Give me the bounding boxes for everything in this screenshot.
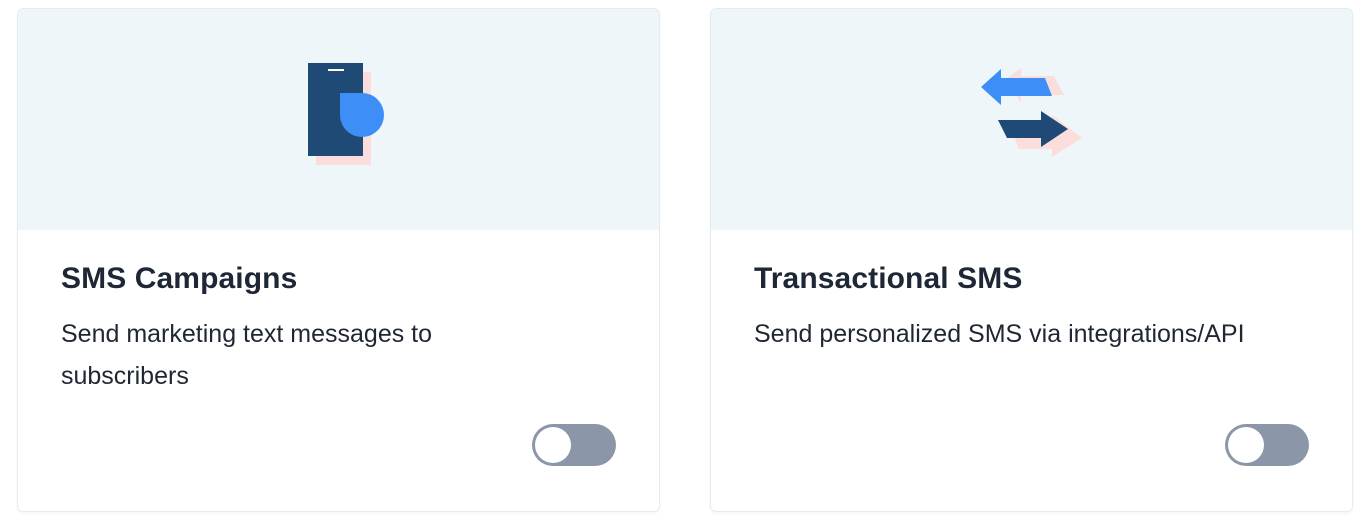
sms-campaigns-hero [18, 9, 659, 230]
swap-arrows-icon [981, 68, 1082, 157]
transactional-sms-hero [711, 9, 1352, 230]
sms-campaigns-toggle[interactable] [532, 424, 616, 466]
sms-campaigns-card[interactable]: SMS Campaigns Send marketing text messag… [18, 9, 659, 511]
toggle-knob [535, 427, 571, 463]
phone-chat-icon [308, 63, 384, 165]
transactional-sms-body: Transactional SMS Send personalized SMS … [711, 230, 1352, 355]
card-description: Send personalized SMS via integrations/A… [754, 320, 1245, 348]
card-title: Transactional SMS [754, 262, 1023, 295]
card-description: Send marketing text messages to subscrib… [61, 320, 433, 390]
sms-campaigns-body: SMS Campaigns Send marketing text messag… [18, 230, 659, 397]
transactional-sms-card[interactable]: Transactional SMS Send personalized SMS … [711, 9, 1352, 511]
toggle-knob [1228, 427, 1264, 463]
sms-channels-page: SMS Campaigns Send marketing text messag… [0, 0, 1366, 521]
card-title: SMS Campaigns [61, 262, 298, 295]
transactional-sms-toggle[interactable] [1225, 424, 1309, 466]
